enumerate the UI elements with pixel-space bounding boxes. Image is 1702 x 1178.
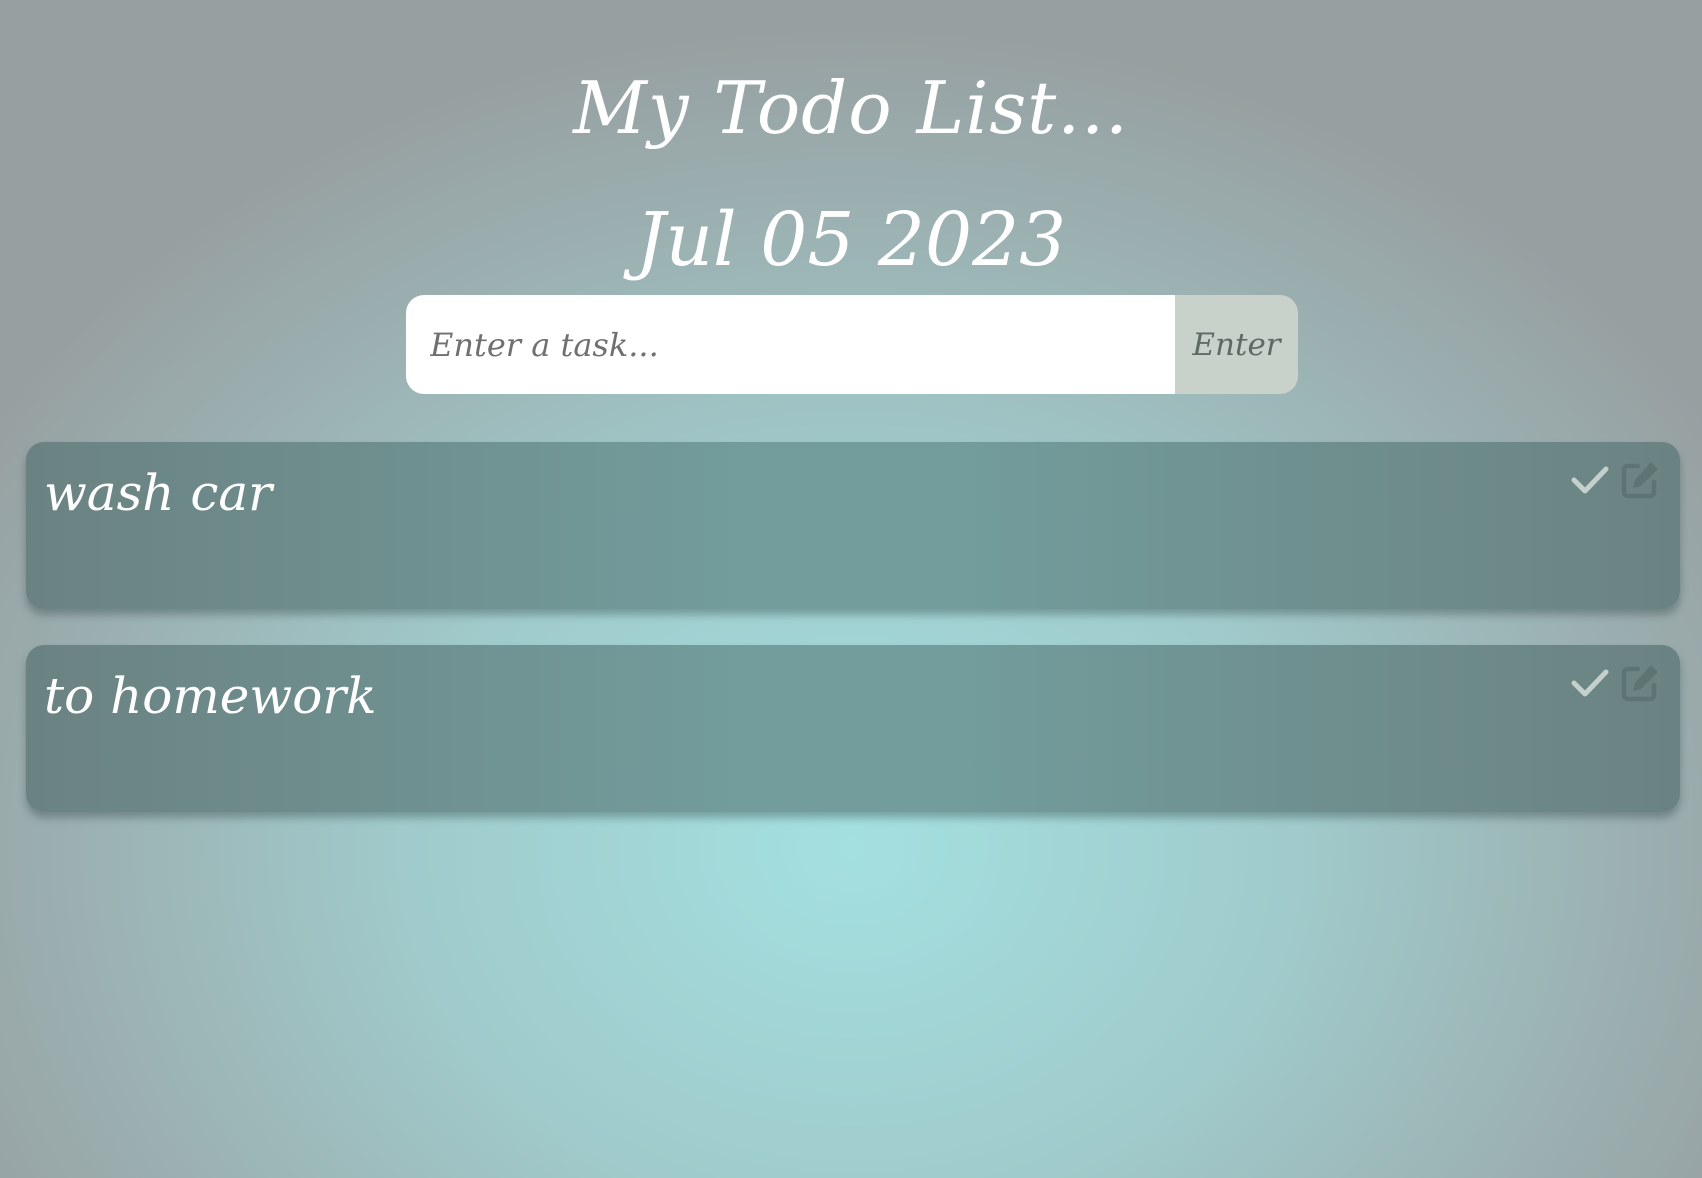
task-actions	[1570, 663, 1660, 703]
enter-button[interactable]: Enter	[1175, 295, 1298, 394]
task-input[interactable]	[406, 295, 1175, 394]
task-item: to homework	[26, 645, 1680, 812]
task-list: wash car to homework	[26, 442, 1680, 848]
task-actions	[1570, 460, 1660, 500]
edit-icon[interactable]	[1620, 663, 1660, 703]
check-icon[interactable]	[1570, 663, 1610, 703]
check-icon[interactable]	[1570, 460, 1610, 500]
edit-icon[interactable]	[1620, 460, 1660, 500]
page-title: My Todo List...	[573, 66, 1129, 150]
current-date: Jul 05 2023	[635, 197, 1067, 283]
task-entry-form: Enter	[406, 295, 1298, 394]
task-text: to homework	[44, 667, 377, 725]
task-text: wash car	[44, 464, 273, 522]
task-item: wash car	[26, 442, 1680, 609]
